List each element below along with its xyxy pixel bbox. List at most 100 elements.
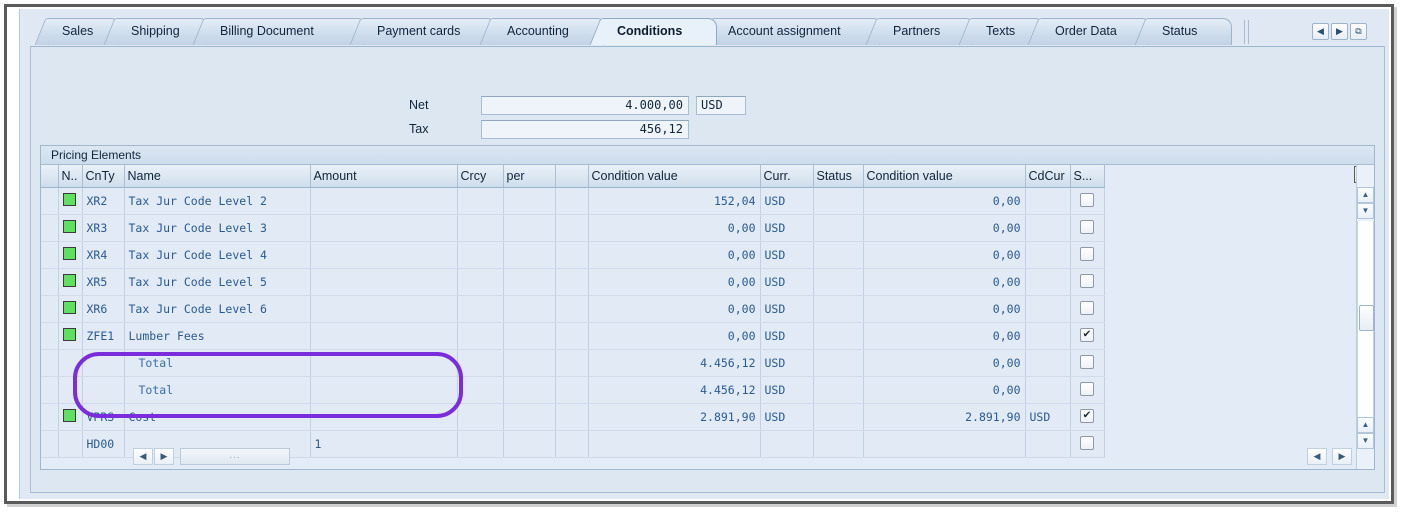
- cell-condition-value-1[interactable]: 4.456,12: [588, 376, 760, 403]
- col-condition-value-1[interactable]: Condition value: [588, 165, 760, 187]
- checkbox-unchecked-icon[interactable]: [1080, 193, 1094, 207]
- cell-name[interactable]: Tax Jur Code Level 3: [124, 214, 310, 241]
- table-row[interactable]: XR2Tax Jur Code Level 2152,04USD0,00: [41, 187, 1104, 214]
- cell-per[interactable]: [503, 349, 555, 376]
- tab-status[interactable]: Status: [1148, 18, 1232, 45]
- cell-status[interactable]: [813, 241, 863, 268]
- col-curr[interactable]: Curr.: [760, 165, 813, 187]
- cell-unit[interactable]: [555, 295, 588, 322]
- cell-amount[interactable]: [310, 295, 457, 322]
- cell-condition-type[interactable]: [82, 376, 124, 403]
- cell-amount[interactable]: [310, 349, 457, 376]
- cell-amount[interactable]: [310, 376, 457, 403]
- cell-crcy[interactable]: [457, 430, 503, 457]
- scroll-down-button-bottom[interactable]: ▼: [1357, 433, 1374, 449]
- cell-name[interactable]: Cost: [124, 403, 310, 430]
- cell-amount[interactable]: 1: [310, 430, 457, 457]
- cell-cdcur[interactable]: [1025, 322, 1070, 349]
- cell-condition-value-1[interactable]: 0,00: [588, 295, 760, 322]
- cell-cdcur[interactable]: [1025, 349, 1070, 376]
- cell-currency[interactable]: USD: [760, 187, 813, 214]
- table-row[interactable]: VPRSCost2.891,90USD2.891,90USD: [41, 403, 1104, 430]
- cell-statistical-checkbox[interactable]: [1070, 403, 1104, 430]
- cell-condition-value-2[interactable]: [863, 430, 1025, 457]
- cell-amount[interactable]: [310, 268, 457, 295]
- row-selector[interactable]: [41, 214, 58, 241]
- checkbox-unchecked-icon[interactable]: [1080, 220, 1094, 234]
- cell-condition-value-2[interactable]: 0,00: [863, 187, 1025, 214]
- cell-amount[interactable]: [310, 241, 457, 268]
- grid-vertical-scrollbar[interactable]: ▲ ▼ ▲ ▼: [1356, 165, 1374, 469]
- cell-unit[interactable]: [555, 322, 588, 349]
- horizontal-scroll-thumb[interactable]: ...: [180, 448, 290, 465]
- cell-crcy[interactable]: [457, 403, 503, 430]
- row-selector[interactable]: [41, 403, 58, 430]
- scroll-up-button-top[interactable]: ▲: [1357, 187, 1374, 203]
- cell-condition-type[interactable]: ZFE1: [82, 322, 124, 349]
- cell-name[interactable]: Tax Jur Code Level 5: [124, 268, 310, 295]
- row-selector[interactable]: [41, 322, 58, 349]
- cell-status[interactable]: [813, 376, 863, 403]
- cell-currency[interactable]: USD: [760, 322, 813, 349]
- tab-billing-document[interactable]: Billing Document: [206, 18, 366, 45]
- cell-unit[interactable]: [555, 349, 588, 376]
- cell-cdcur[interactable]: [1025, 295, 1070, 322]
- cell-statistical-checkbox[interactable]: [1070, 322, 1104, 349]
- cell-name[interactable]: Tax Jur Code Level 6: [124, 295, 310, 322]
- cell-currency[interactable]: USD: [760, 349, 813, 376]
- cell-per[interactable]: [503, 295, 555, 322]
- cell-per[interactable]: [503, 430, 555, 457]
- row-prev-button[interactable]: ◀: [133, 448, 153, 465]
- cell-currency[interactable]: USD: [760, 403, 813, 430]
- col-cnty[interactable]: CnTy: [82, 165, 124, 187]
- cell-name[interactable]: Tax Jur Code Level 2: [124, 187, 310, 214]
- tab-scroll-next-button[interactable]: ▶: [1331, 23, 1348, 40]
- cell-condition-type[interactable]: XR4: [82, 241, 124, 268]
- col-per[interactable]: per: [503, 165, 555, 187]
- cell-crcy[interactable]: [457, 322, 503, 349]
- cell-condition-value-1[interactable]: 0,00: [588, 268, 760, 295]
- table-row[interactable]: Total4.456,12USD0,00: [41, 376, 1104, 403]
- checkbox-unchecked-icon[interactable]: [1080, 382, 1094, 396]
- cell-condition-type[interactable]: [82, 349, 124, 376]
- row-selector[interactable]: [41, 376, 58, 403]
- table-row[interactable]: XR3Tax Jur Code Level 30,00USD0,00: [41, 214, 1104, 241]
- tab-account-assignment[interactable]: Account assignment: [714, 18, 882, 45]
- cell-status[interactable]: [813, 187, 863, 214]
- cell-unit[interactable]: [555, 241, 588, 268]
- row-next-button[interactable]: ▶: [154, 448, 174, 465]
- cell-condition-type[interactable]: VPRS: [82, 403, 124, 430]
- col-amount[interactable]: Amount: [310, 165, 457, 187]
- tab-list-button[interactable]: ⧉: [1350, 23, 1367, 40]
- cell-cdcur[interactable]: [1025, 241, 1070, 268]
- cell-amount[interactable]: [310, 214, 457, 241]
- cell-condition-value-2[interactable]: 0,00: [863, 268, 1025, 295]
- cell-statistical-checkbox[interactable]: [1070, 241, 1104, 268]
- col-status[interactable]: Status: [813, 165, 863, 187]
- cell-cdcur[interactable]: [1025, 187, 1070, 214]
- checkbox-unchecked-icon[interactable]: [1080, 301, 1094, 315]
- scroll-down-button-top[interactable]: ▼: [1357, 203, 1374, 219]
- cell-currency[interactable]: [760, 430, 813, 457]
- row-selector[interactable]: [41, 349, 58, 376]
- col-select[interactable]: [41, 165, 58, 187]
- cell-unit[interactable]: [555, 187, 588, 214]
- cell-condition-type[interactable]: XR2: [82, 187, 124, 214]
- tax-value-field[interactable]: 456,12: [481, 120, 689, 139]
- cell-currency[interactable]: USD: [760, 268, 813, 295]
- cell-per[interactable]: [503, 376, 555, 403]
- cell-crcy[interactable]: [457, 295, 503, 322]
- cell-condition-value-2[interactable]: 0,00: [863, 322, 1025, 349]
- tab-order-data[interactable]: Order Data: [1041, 18, 1151, 45]
- table-row[interactable]: Total4.456,12USD0,00: [41, 349, 1104, 376]
- cell-crcy[interactable]: [457, 241, 503, 268]
- cell-currency[interactable]: USD: [760, 241, 813, 268]
- col-s[interactable]: S...: [1070, 165, 1104, 187]
- cell-status[interactable]: [813, 430, 863, 457]
- cell-condition-value-1[interactable]: [588, 430, 760, 457]
- net-currency-field[interactable]: USD: [696, 96, 746, 115]
- checkbox-checked-icon[interactable]: [1080, 409, 1094, 423]
- cell-statistical-checkbox[interactable]: [1070, 187, 1104, 214]
- row-selector[interactable]: [41, 187, 58, 214]
- col-unit[interactable]: [555, 165, 588, 187]
